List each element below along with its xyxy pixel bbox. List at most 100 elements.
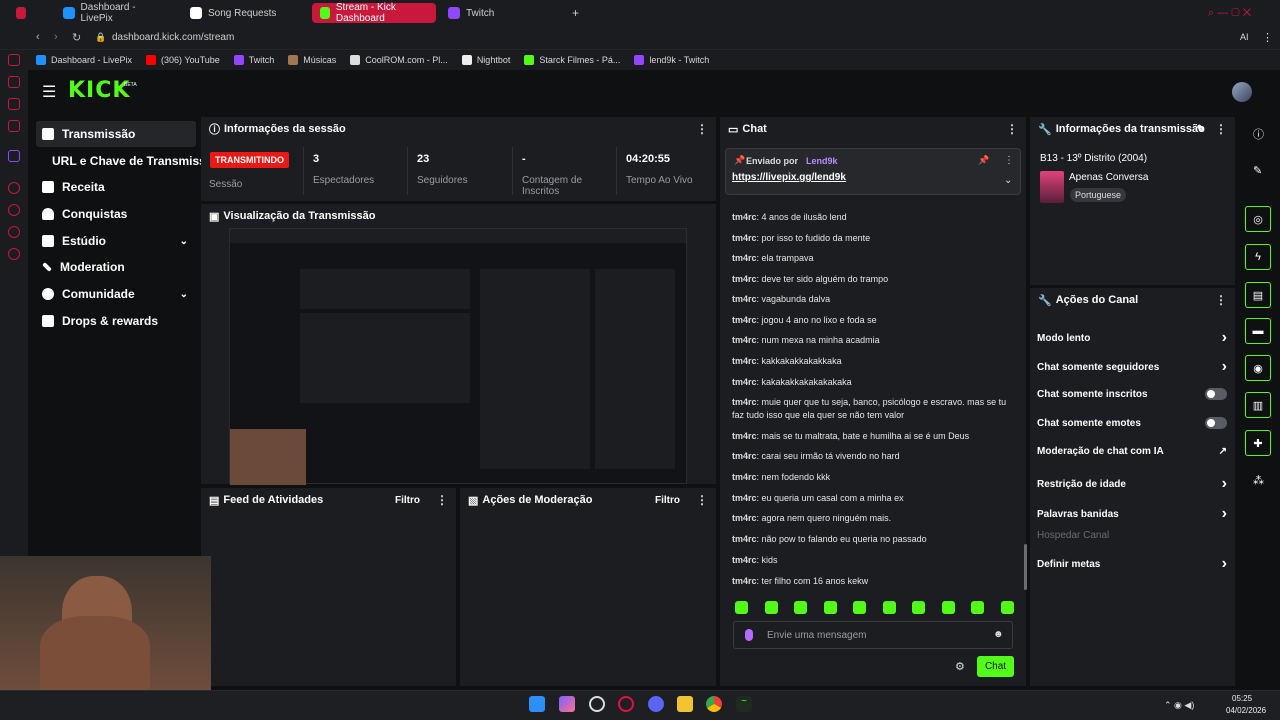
chat-icon[interactable]: ▬ (1245, 318, 1271, 344)
chat-username[interactable]: tm4rc (732, 335, 757, 345)
discord-icon[interactable] (648, 696, 664, 712)
pinned-message[interactable]: 📌 Enviado por Lend9k 📌 ⋮ https://livepix… (725, 148, 1021, 195)
sidebar-app-icon[interactable] (8, 182, 20, 194)
chat-settings-icon[interactable]: ⚙ (955, 660, 965, 673)
chat-username[interactable]: tm4rc (732, 555, 757, 565)
clock-time[interactable]: 05:25 (1232, 694, 1252, 703)
chat-username[interactable]: tm4rc (732, 534, 757, 544)
channel-action-row[interactable]: Palavras banidas › (1037, 505, 1227, 523)
start-icon[interactable] (529, 696, 545, 712)
chat-username[interactable]: tm4rc (732, 356, 757, 366)
unpin-icon[interactable]: 📌 (978, 155, 989, 166)
chat-message[interactable]: tm4rc: jogou 4 ano no lixo e foda se (732, 314, 1010, 327)
forward-icon[interactable]: › (54, 31, 58, 43)
sidebar-app-icon[interactable] (8, 226, 20, 238)
chat-message[interactable]: tm4rc: ela trampava (732, 252, 1010, 265)
more-options-icon[interactable]: ⋮ (696, 122, 708, 136)
reload-icon[interactable]: ↻ (72, 31, 81, 44)
nav-drops-rewards[interactable]: Drops & rewards (36, 308, 196, 334)
chat-username[interactable]: tm4rc (732, 233, 757, 243)
sidebar-app-icon[interactable] (8, 120, 20, 132)
chat-username[interactable]: tm4rc (732, 493, 757, 503)
nav-receita[interactable]: Receita (36, 174, 196, 200)
more-options-icon[interactable]: ⋮ (436, 493, 448, 507)
more-options-icon[interactable]: ⋮ (1006, 122, 1018, 136)
chevron-down-icon[interactable]: ⌄ (1004, 175, 1012, 186)
chat-message[interactable]: tm4rc: num mexa na minha acadmia (732, 334, 1010, 347)
chat-username[interactable]: tm4rc (732, 576, 757, 586)
chat-scrollbar[interactable] (1024, 544, 1027, 590)
bookmark-twitch[interactable]: Twitch (233, 55, 274, 65)
bookmark-nightbot[interactable]: Nightbot (461, 55, 510, 65)
sidebar-settings-icon[interactable] (8, 248, 20, 260)
emote-icon[interactable] (794, 601, 807, 614)
chat-username[interactable]: tm4rc (732, 431, 757, 441)
nav-transmissao[interactable]: Transmissão (36, 121, 196, 147)
tab-twitch[interactable]: Twitch (440, 3, 560, 23)
opera-menu-icon[interactable] (8, 3, 34, 23)
emote-icon[interactable] (882, 601, 896, 614)
nav-conquistas[interactable]: Conquistas (36, 201, 196, 227)
emote-icon[interactable] (1000, 601, 1014, 614)
chat-username[interactable]: tm4rc (732, 377, 757, 387)
menu-icon[interactable]: ⋮ (1262, 31, 1273, 44)
more-options-icon[interactable]: ⋮ (1004, 155, 1014, 166)
stream-video[interactable] (229, 228, 687, 485)
chat-message[interactable]: tm4rc: eu queria um casal com a minha ex (732, 492, 1010, 505)
bookmark-musicas[interactable]: Músicas (288, 55, 336, 65)
lightning-icon[interactable]: ϟ (1245, 244, 1271, 270)
mic-icon[interactable] (745, 629, 753, 641)
channel-action-row[interactable]: Chat somente inscritos (1037, 388, 1227, 400)
chat-username[interactable]: tm4rc (732, 253, 757, 263)
channel-action-row[interactable]: Modo lento › (1037, 329, 1227, 347)
folder-icon[interactable] (677, 696, 693, 712)
chrome-icon[interactable] (706, 696, 722, 712)
copilot-icon[interactable] (559, 696, 575, 712)
category-name[interactable]: Apenas Conversa (1069, 172, 1149, 183)
emote-icon[interactable] (735, 601, 748, 614)
edit-icon[interactable]: ✎ (1253, 164, 1262, 177)
chat-message[interactable]: tm4rc: 4 anos de ilusão lend (732, 211, 1010, 224)
bookmark-livepix[interactable]: Dashboard - LivePix (36, 55, 132, 65)
toggle-switch[interactable] (1205, 388, 1227, 400)
chat-message[interactable]: tm4rc: mais se tu maltrata, bate e humil… (732, 430, 1010, 443)
more-options-icon[interactable]: ⋮ (1215, 122, 1227, 136)
chat-username[interactable]: tm4rc (732, 274, 757, 284)
camera-icon[interactable]: ◎ (1245, 206, 1271, 232)
emote-icon[interactable] (823, 601, 837, 614)
info-icon[interactable]: ⓘ (1253, 126, 1264, 142)
tab-livepix[interactable]: Dashboard - LivePix (55, 2, 175, 24)
send-chat-button[interactable]: Chat (977, 656, 1014, 677)
window-controls[interactable]: ⌕ — ▢ ✕ (1200, 3, 1259, 23)
chat-message[interactable]: tm4rc: kakkakakkakakkaka (732, 355, 1010, 368)
chat-message[interactable]: tm4rc: não pow to falando eu queria no p… (732, 533, 1010, 546)
broadcast-icon[interactable]: ◉ (1245, 355, 1271, 381)
emote-icon[interactable] (941, 601, 955, 614)
chat-message[interactable]: tm4rc: carai seu irmão tá vivendo no har… (732, 450, 1010, 463)
chat-message[interactable]: tm4rc: vagabunda dalva (732, 293, 1010, 306)
channel-action-row[interactable]: Restrição de idade › (1037, 475, 1227, 493)
back-icon[interactable]: ‹ (36, 31, 40, 43)
edit-icon[interactable]: ✎ (1197, 124, 1205, 135)
connections-icon[interactable]: ⁂ (1253, 474, 1264, 487)
pinned-link[interactable]: https://livepix.gg/lend9k (732, 172, 846, 183)
kick-logo[interactable]: KICK (68, 78, 130, 103)
layout-icon[interactable]: ▥ (1245, 392, 1271, 418)
chat-username[interactable]: tm4rc (732, 294, 757, 304)
chat-message[interactable]: tm4rc: por isso to fudido da mente (732, 232, 1010, 245)
bookmark-coolrom[interactable]: CoolROM.com - Pl... (350, 55, 448, 65)
sidebar-twitch-icon[interactable] (8, 150, 20, 162)
tab-kick-dashboard[interactable]: Stream - Kick Dashboard (312, 2, 436, 24)
emote-icon[interactable] (971, 601, 984, 614)
chat-message[interactable]: tm4rc: kids (732, 554, 1010, 567)
chat-username[interactable]: tm4rc (732, 451, 757, 461)
emote-icon[interactable] (764, 601, 778, 614)
app-icon[interactable]: ~ (736, 696, 752, 712)
bookmark-starck[interactable]: Starck Filmes - Pá... (524, 55, 620, 65)
filter-button[interactable]: Filtro (395, 495, 420, 506)
bookmark-youtube[interactable]: (306) YouTube (146, 55, 220, 65)
sidebar-app-icon[interactable] (8, 98, 20, 110)
channel-action-row[interactable]: Definir metas › (1037, 555, 1227, 573)
chat-message[interactable]: tm4rc: nem fodendo kkk (732, 471, 1010, 484)
pinned-by-user[interactable]: Lend9k (806, 156, 838, 166)
